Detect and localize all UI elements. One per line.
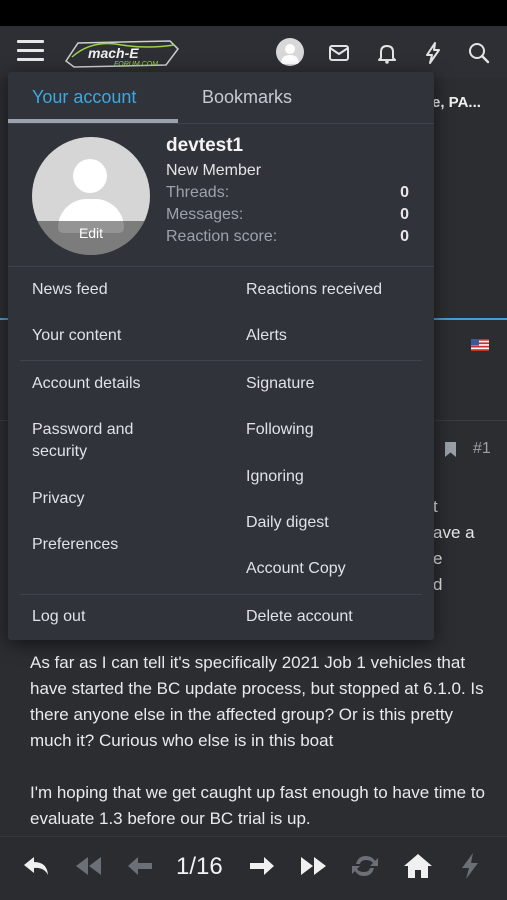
thread-title-fragment[interactable]: e, PA... bbox=[432, 94, 481, 111]
link-delete-account[interactable]: Delete account bbox=[246, 606, 426, 628]
link-preferences[interactable]: Preferences bbox=[32, 534, 212, 556]
active-tab-indicator bbox=[8, 119, 178, 123]
home-icon[interactable] bbox=[401, 851, 435, 881]
top-nav: mach-E FORUM.COM bbox=[0, 26, 507, 78]
bolt-icon[interactable] bbox=[453, 851, 487, 881]
post-text-fragment: ave a bbox=[433, 523, 475, 542]
user-avatar-icon bbox=[281, 44, 299, 64]
link-password-security[interactable]: Password and security bbox=[32, 419, 182, 463]
tab-bookmarks[interactable]: Bookmarks bbox=[202, 87, 292, 108]
menu-divider bbox=[20, 360, 422, 361]
link-news-feed[interactable]: News feed bbox=[32, 279, 212, 301]
site-logo[interactable]: mach-E FORUM.COM bbox=[62, 35, 182, 71]
link-privacy[interactable]: Privacy bbox=[32, 488, 212, 510]
post-text-fragment: e bbox=[433, 549, 443, 568]
menu-divider bbox=[8, 266, 434, 267]
bolt-icon[interactable] bbox=[420, 40, 446, 66]
avatar-edit-label[interactable]: Edit bbox=[32, 225, 150, 241]
profile-avatar[interactable]: Edit bbox=[32, 137, 150, 255]
link-alerts[interactable]: Alerts bbox=[246, 325, 426, 347]
post-paragraph: I'm hoping that we get caught up fast en… bbox=[30, 783, 485, 828]
link-account-details[interactable]: Account details bbox=[32, 373, 212, 395]
menu-divider bbox=[20, 594, 422, 595]
tab-your-account[interactable]: Your account bbox=[32, 87, 136, 108]
bottom-nav-bar: 1/16 bbox=[0, 836, 507, 900]
account-menu-tabs: Your account Bookmarks bbox=[8, 72, 434, 124]
stat-value-threads: 0 bbox=[400, 184, 409, 201]
link-signature[interactable]: Signature bbox=[246, 373, 426, 395]
next-page-icon[interactable] bbox=[244, 851, 278, 881]
last-page-icon[interactable] bbox=[296, 851, 330, 881]
status-bar bbox=[0, 0, 507, 26]
previous-page-icon[interactable] bbox=[124, 851, 158, 881]
link-ignoring[interactable]: Ignoring bbox=[246, 466, 426, 488]
avatar-head-shape bbox=[73, 159, 107, 193]
account-menu: Your account Bookmarks Edit devtest1 New… bbox=[8, 72, 434, 640]
link-your-content[interactable]: Your content bbox=[32, 325, 212, 347]
svg-text:mach-E: mach-E bbox=[88, 45, 139, 61]
post-number[interactable]: #1 bbox=[473, 440, 491, 458]
bookmark-icon[interactable] bbox=[444, 441, 457, 458]
reply-arrow-icon[interactable] bbox=[20, 851, 54, 881]
svg-text:FORUM.COM: FORUM.COM bbox=[114, 61, 158, 68]
stat-value-messages: 0 bbox=[400, 206, 409, 223]
post-paragraph: As far as I can tell it's specifically 2… bbox=[30, 653, 484, 750]
link-daily-digest[interactable]: Daily digest bbox=[246, 512, 426, 534]
search-icon[interactable] bbox=[466, 40, 492, 66]
bell-icon[interactable] bbox=[374, 40, 400, 66]
hamburger-menu-icon[interactable] bbox=[17, 40, 44, 62]
user-title: New Member bbox=[166, 162, 262, 179]
username[interactable]: devtest1 bbox=[166, 135, 243, 157]
first-page-icon[interactable] bbox=[72, 851, 106, 881]
stat-label-messages: Messages: bbox=[166, 206, 244, 223]
refresh-icon[interactable] bbox=[348, 851, 382, 881]
page-indicator[interactable]: 1/16 bbox=[176, 853, 223, 881]
stat-label-reaction-score: Reaction score: bbox=[166, 228, 278, 245]
envelope-icon[interactable] bbox=[326, 40, 352, 66]
account-avatar-button[interactable] bbox=[276, 38, 304, 66]
link-log-out[interactable]: Log out bbox=[32, 606, 212, 628]
us-flag-icon bbox=[471, 339, 489, 351]
link-reactions-received[interactable]: Reactions received bbox=[246, 279, 426, 301]
stat-value-reaction-score: 0 bbox=[400, 228, 409, 245]
post-body: As far as I can tell it's specifically 2… bbox=[30, 650, 490, 858]
stat-label-threads: Threads: bbox=[166, 184, 230, 201]
link-following[interactable]: Following bbox=[246, 419, 426, 441]
post-text-fragment: d bbox=[433, 575, 443, 594]
link-account-copy[interactable]: Account Copy bbox=[246, 558, 426, 580]
